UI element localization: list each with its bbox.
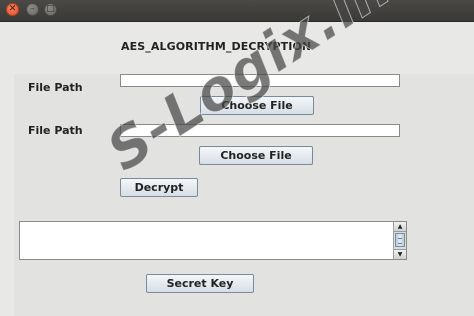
output-text-area[interactable]: ▲ ▼ xyxy=(19,221,407,260)
output-textarea[interactable] xyxy=(20,222,393,259)
scroll-down-arrow-icon[interactable]: ▼ xyxy=(394,249,406,259)
secret-key-button[interactable]: Secret Key xyxy=(146,274,254,293)
scroll-up-arrow-icon[interactable]: ▲ xyxy=(394,222,406,232)
vertical-scrollbar[interactable]: ▲ ▼ xyxy=(393,222,406,259)
scroll-thumb[interactable] xyxy=(395,233,405,247)
file-path-input-2[interactable] xyxy=(120,124,400,137)
file-path-label-2: File Path xyxy=(28,124,83,137)
page-title: AES_ALGORITHM_DECRYPTION xyxy=(121,40,312,53)
minimize-icon[interactable]: – xyxy=(26,3,39,16)
choose-file-button-1[interactable]: Choose File xyxy=(200,96,314,115)
choose-file-button-2[interactable]: Choose File xyxy=(199,146,313,165)
maximize-icon[interactable]: □ xyxy=(44,3,57,16)
file-path-label-1: File Path xyxy=(28,81,83,94)
window-titlebar: ✕ – □ xyxy=(0,0,474,22)
close-icon[interactable]: ✕ xyxy=(6,3,19,16)
file-path-input-1[interactable] xyxy=(120,74,400,87)
decrypt-button[interactable]: Decrypt xyxy=(120,178,198,197)
